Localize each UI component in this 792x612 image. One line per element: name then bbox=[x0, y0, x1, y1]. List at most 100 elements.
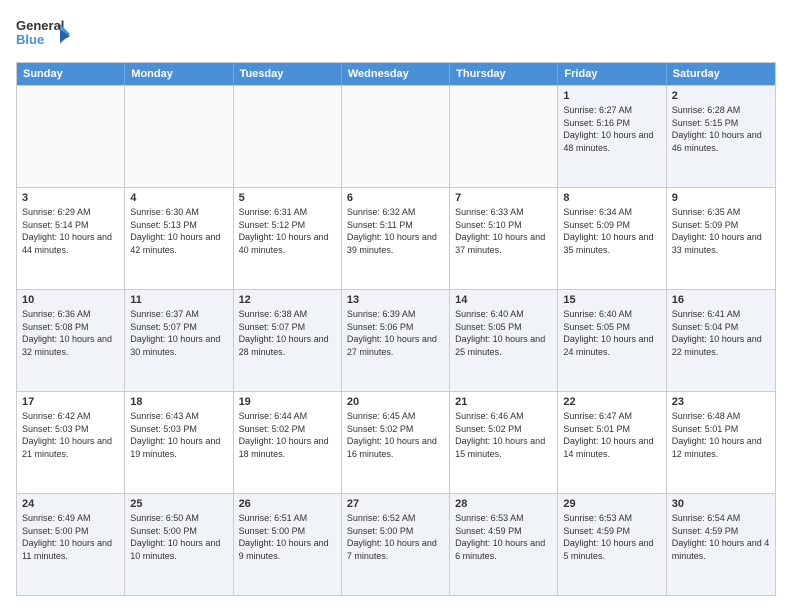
cell-info: Sunrise: 6:53 AM Sunset: 4:59 PM Dayligh… bbox=[455, 512, 552, 562]
day-cell-18: 18 Sunrise: 6:43 AM Sunset: 5:03 PM Dayli… bbox=[125, 392, 233, 493]
day-cell-21: 21 Sunrise: 6:46 AM Sunset: 5:02 PM Dayli… bbox=[450, 392, 558, 493]
day-cell-12: 12 Sunrise: 6:38 AM Sunset: 5:07 PM Dayli… bbox=[234, 290, 342, 391]
day-cell-9: 9 Sunrise: 6:35 AM Sunset: 5:09 PM Daylig… bbox=[667, 188, 775, 289]
day-number: 26 bbox=[239, 498, 336, 510]
cell-info: Sunrise: 6:30 AM Sunset: 5:13 PM Dayligh… bbox=[130, 206, 227, 256]
day-cell-29: 29 Sunrise: 6:53 AM Sunset: 4:59 PM Dayli… bbox=[558, 494, 666, 595]
cell-info: Sunrise: 6:34 AM Sunset: 5:09 PM Dayligh… bbox=[563, 206, 660, 256]
cell-info: Sunrise: 6:32 AM Sunset: 5:11 PM Dayligh… bbox=[347, 206, 444, 256]
day-cell-14: 14Sunrise: 6:40 AM Sunset: 5:05 PM Dayli… bbox=[450, 290, 558, 391]
day-number: 28 bbox=[455, 498, 552, 510]
cell-info: Sunrise: 6:39 AM Sunset: 5:06 PM Dayligh… bbox=[347, 308, 444, 358]
cell-info: Sunrise: 6:51 AM Sunset: 5:00 PM Dayligh… bbox=[239, 512, 336, 562]
empty-cell bbox=[450, 86, 558, 187]
cell-info: Sunrise: 6:42 AM Sunset: 5:03 PM Dayligh… bbox=[22, 410, 119, 460]
svg-text:General: General bbox=[16, 18, 64, 33]
cell-info: Sunrise: 6:35 AM Sunset: 5:09 PM Dayligh… bbox=[672, 206, 770, 256]
day-cell-28: 28 Sunrise: 6:53 AM Sunset: 4:59 PM Dayli… bbox=[450, 494, 558, 595]
day-number: 3 bbox=[22, 192, 119, 204]
cell-info: Sunrise: 6:46 AM Sunset: 5:02 PM Dayligh… bbox=[455, 410, 552, 460]
day-number: 22 bbox=[563, 396, 660, 408]
day-number: 12 bbox=[239, 294, 336, 306]
empty-cell bbox=[17, 86, 125, 187]
day-number: 2 bbox=[672, 90, 770, 102]
day-cell-27: 27 Sunrise: 6:52 AM Sunset: 5:00 PM Dayli… bbox=[342, 494, 450, 595]
calendar-row-3: 17Sunrise: 6:42 AM Sunset: 5:03 PM Dayli… bbox=[17, 391, 775, 493]
day-number: 16 bbox=[672, 294, 770, 306]
empty-cell bbox=[234, 86, 342, 187]
logo: GeneralBlue bbox=[16, 16, 76, 52]
day-cell-5: 5Sunrise: 6:31 AM Sunset: 5:12 PM Daylig… bbox=[234, 188, 342, 289]
day-number: 5 bbox=[239, 192, 336, 204]
calendar: SundayMondayTuesdayWednesdayThursdayFrid… bbox=[16, 62, 776, 596]
day-cell-11: 11 Sunrise: 6:37 AM Sunset: 5:07 PM Dayli… bbox=[125, 290, 233, 391]
cell-info: Sunrise: 6:43 AM Sunset: 5:03 PM Dayligh… bbox=[130, 410, 227, 460]
cell-info: Sunrise: 6:38 AM Sunset: 5:07 PM Dayligh… bbox=[239, 308, 336, 358]
day-number: 21 bbox=[455, 396, 552, 408]
day-number: 7 bbox=[455, 192, 552, 204]
day-header-thursday: Thursday bbox=[450, 63, 558, 85]
day-number: 19 bbox=[239, 396, 336, 408]
cell-info: Sunrise: 6:52 AM Sunset: 5:00 PM Dayligh… bbox=[347, 512, 444, 562]
day-number: 14 bbox=[455, 294, 552, 306]
day-cell-25: 25 Sunrise: 6:50 AM Sunset: 5:00 PM Dayli… bbox=[125, 494, 233, 595]
day-number: 10 bbox=[22, 294, 119, 306]
cell-info: Sunrise: 6:27 AM Sunset: 5:16 PM Dayligh… bbox=[563, 104, 660, 154]
calendar-body: 1 Sunrise: 6:27 AM Sunset: 5:16 PM Daylig… bbox=[17, 85, 775, 595]
day-cell-30: 30Sunrise: 6:54 AM Sunset: 4:59 PM Dayli… bbox=[667, 494, 775, 595]
day-number: 15 bbox=[563, 294, 660, 306]
day-cell-10: 10 Sunrise: 6:36 AM Sunset: 5:08 PM Dayli… bbox=[17, 290, 125, 391]
cell-info: Sunrise: 6:29 AM Sunset: 5:14 PM Dayligh… bbox=[22, 206, 119, 256]
cell-info: Sunrise: 6:28 AM Sunset: 5:15 PM Dayligh… bbox=[672, 104, 770, 154]
day-number: 1 bbox=[563, 90, 660, 102]
day-number: 29 bbox=[563, 498, 660, 510]
cell-info: Sunrise: 6:49 AM Sunset: 5:00 PM Dayligh… bbox=[22, 512, 119, 562]
calendar-row-2: 10 Sunrise: 6:36 AM Sunset: 5:08 PM Dayli… bbox=[17, 289, 775, 391]
day-header-wednesday: Wednesday bbox=[342, 63, 450, 85]
calendar-row-0: 1 Sunrise: 6:27 AM Sunset: 5:16 PM Daylig… bbox=[17, 85, 775, 187]
day-number: 27 bbox=[347, 498, 444, 510]
day-cell-8: 8Sunrise: 6:34 AM Sunset: 5:09 PM Daylig… bbox=[558, 188, 666, 289]
calendar-row-1: 3 Sunrise: 6:29 AM Sunset: 5:14 PM Daylig… bbox=[17, 187, 775, 289]
day-cell-1: 1 Sunrise: 6:27 AM Sunset: 5:16 PM Daylig… bbox=[558, 86, 666, 187]
day-cell-19: 19 Sunrise: 6:44 AM Sunset: 5:02 PM Dayli… bbox=[234, 392, 342, 493]
day-number: 9 bbox=[672, 192, 770, 204]
day-cell-26: 26 Sunrise: 6:51 AM Sunset: 5:00 PM Dayli… bbox=[234, 494, 342, 595]
svg-text:Blue: Blue bbox=[16, 32, 44, 47]
empty-cell bbox=[125, 86, 233, 187]
day-number: 30 bbox=[672, 498, 770, 510]
day-number: 6 bbox=[347, 192, 444, 204]
day-number: 18 bbox=[130, 396, 227, 408]
cell-info: Sunrise: 6:50 AM Sunset: 5:00 PM Dayligh… bbox=[130, 512, 227, 562]
day-header-monday: Monday bbox=[125, 63, 233, 85]
page: GeneralBlue SundayMondayTuesdayWednesday… bbox=[0, 0, 792, 612]
cell-info: Sunrise: 6:53 AM Sunset: 4:59 PM Dayligh… bbox=[563, 512, 660, 562]
cell-info: Sunrise: 6:44 AM Sunset: 5:02 PM Dayligh… bbox=[239, 410, 336, 460]
day-cell-6: 6 Sunrise: 6:32 AM Sunset: 5:11 PM Daylig… bbox=[342, 188, 450, 289]
cell-info: Sunrise: 6:37 AM Sunset: 5:07 PM Dayligh… bbox=[130, 308, 227, 358]
cell-info: Sunrise: 6:48 AM Sunset: 5:01 PM Dayligh… bbox=[672, 410, 770, 460]
day-cell-22: 22 Sunrise: 6:47 AM Sunset: 5:01 PM Dayli… bbox=[558, 392, 666, 493]
day-cell-2: 2 Sunrise: 6:28 AM Sunset: 5:15 PM Daylig… bbox=[667, 86, 775, 187]
calendar-header: SundayMondayTuesdayWednesdayThursdayFrid… bbox=[17, 63, 775, 85]
day-cell-3: 3 Sunrise: 6:29 AM Sunset: 5:14 PM Daylig… bbox=[17, 188, 125, 289]
day-number: 13 bbox=[347, 294, 444, 306]
cell-info: Sunrise: 6:47 AM Sunset: 5:01 PM Dayligh… bbox=[563, 410, 660, 460]
day-cell-23: 23 Sunrise: 6:48 AM Sunset: 5:01 PM Dayli… bbox=[667, 392, 775, 493]
calendar-row-4: 24 Sunrise: 6:49 AM Sunset: 5:00 PM Dayli… bbox=[17, 493, 775, 595]
day-header-saturday: Saturday bbox=[667, 63, 775, 85]
day-header-tuesday: Tuesday bbox=[234, 63, 342, 85]
day-number: 25 bbox=[130, 498, 227, 510]
day-header-friday: Friday bbox=[558, 63, 666, 85]
day-cell-4: 4 Sunrise: 6:30 AM Sunset: 5:13 PM Daylig… bbox=[125, 188, 233, 289]
day-number: 24 bbox=[22, 498, 119, 510]
day-number: 20 bbox=[347, 396, 444, 408]
day-number: 4 bbox=[130, 192, 227, 204]
cell-info: Sunrise: 6:45 AM Sunset: 5:02 PM Dayligh… bbox=[347, 410, 444, 460]
day-cell-13: 13 Sunrise: 6:39 AM Sunset: 5:06 PM Dayli… bbox=[342, 290, 450, 391]
day-number: 11 bbox=[130, 294, 227, 306]
day-cell-7: 7Sunrise: 6:33 AM Sunset: 5:10 PM Daylig… bbox=[450, 188, 558, 289]
cell-info: Sunrise: 6:41 AM Sunset: 5:04 PM Dayligh… bbox=[672, 308, 770, 358]
day-number: 23 bbox=[672, 396, 770, 408]
cell-info: Sunrise: 6:36 AM Sunset: 5:08 PM Dayligh… bbox=[22, 308, 119, 358]
